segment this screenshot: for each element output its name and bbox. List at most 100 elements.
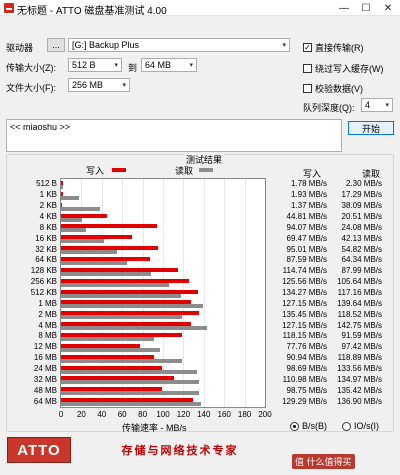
read-value: 42.13 MB/s [341, 233, 382, 243]
description-textarea[interactable]: << miaoshu >> [6, 119, 342, 152]
read-value: 54.82 MB/s [341, 244, 382, 254]
drive-label: 驱动器 [6, 43, 34, 53]
x-tick-label: 80 [138, 410, 148, 419]
unit-bytes-radio[interactable] [290, 421, 299, 431]
browse-button[interactable]: ... [47, 38, 65, 52]
bypass-cache-option[interactable]: 绕过写入缓存(W) [303, 62, 384, 75]
y-tick-label: 512 KB [30, 288, 57, 297]
y-tick-label: 128 KB [30, 266, 57, 276]
read-value: 135.42 MB/s [337, 385, 382, 395]
unit-bytes-option[interactable]: B/s(B) [290, 421, 327, 431]
read-bar [61, 261, 127, 265]
read-bar [61, 271, 151, 276]
direct-io-label: 直接传输(R) [315, 43, 364, 53]
y-tick-label: 24 MB [33, 364, 57, 373]
read-value: 105.64 MB/s [337, 277, 382, 287]
x-tick-label: 20 [76, 410, 86, 419]
queue-depth-select[interactable]: 4 ▾ [361, 98, 393, 112]
start-button[interactable]: 开始 [348, 121, 394, 135]
read-column-header: 读取 [362, 169, 381, 179]
transfer-to-value: 64 MB [145, 60, 172, 70]
benchmark-chart [60, 178, 266, 408]
y-tick-label: 32 MB [33, 374, 57, 384]
read-value: 118.89 MB/s [337, 353, 382, 363]
unit-io-label: IO/s(I) [354, 421, 379, 431]
minimize-button[interactable]: — [333, 0, 355, 16]
chevron-down-icon: ▾ [114, 62, 118, 69]
file-size-value: 256 MB [72, 80, 104, 90]
unit-io-option[interactable]: IO/s(I) [342, 421, 379, 431]
y-tick-label: 2 KB [39, 201, 57, 211]
bypass-cache-label: 绕过写入缓存(W) [315, 64, 384, 74]
read-bar [61, 195, 79, 200]
close-button[interactable]: ✕ [377, 0, 399, 16]
read-value: 118.52 MB/s [337, 309, 382, 319]
x-tick-label: 180 [237, 410, 252, 419]
x-tick-label: 40 [97, 410, 107, 419]
tagline-banner: 存储与网络技术专家 [121, 444, 239, 457]
read-value: 136.90 MB/s [337, 396, 382, 406]
title-bar: 无标题 - ATTO 磁盘基准测试 4.00 — ☐ ✕ [0, 0, 400, 17]
read-bar [61, 391, 200, 396]
read-bar [61, 293, 181, 298]
drive-select[interactable]: [G:] Backup Plus ▾ [68, 38, 290, 52]
drive-select-value: [G:] Backup Plus [72, 40, 140, 50]
verify-checkbox[interactable] [303, 84, 312, 93]
x-tick-label: 120 [176, 410, 191, 419]
write-legend-label: 写入 [86, 166, 105, 176]
read-bar [61, 337, 155, 341]
read-value: 117.16 MB/s [337, 288, 382, 297]
y-tick-label: 12 MB [33, 342, 57, 352]
chevron-down-icon: ▾ [189, 62, 193, 69]
unit-io-radio[interactable] [342, 421, 351, 431]
y-tick-label: 8 MB [38, 331, 57, 341]
read-bar [61, 315, 182, 320]
y-tick-label: 8 KB [39, 222, 57, 232]
transfer-from-value: 512 B [72, 60, 96, 70]
direct-io-option[interactable]: ✓ 直接传输(R) [303, 41, 364, 54]
verify-option[interactable]: 校验数据(V) [303, 82, 363, 95]
read-bar [61, 347, 161, 352]
queue-depth-value: 4 [365, 100, 371, 110]
x-tick-label: 200 [258, 410, 272, 419]
read-bar [61, 228, 86, 233]
chart-gridline [203, 179, 205, 407]
y-tick-label: 64 MB [33, 396, 57, 406]
y-tick-label: 64 KB [35, 255, 57, 265]
window-title: 无标题 - ATTO 磁盘基准测试 4.00 [17, 6, 167, 17]
x-tick-label: 60 [117, 410, 127, 419]
direct-io-checkbox[interactable]: ✓ [303, 43, 312, 52]
file-size-select[interactable]: 256 MB ▾ [68, 78, 130, 92]
to-label: 到 [128, 63, 138, 73]
y-tick-label: 32 KB [35, 244, 57, 254]
read-bar [61, 380, 199, 385]
read-bar [61, 185, 64, 189]
app-icon [4, 3, 14, 13]
read-value: 24.08 MB/s [341, 222, 382, 232]
read-bar [61, 402, 201, 407]
transfer-to-select[interactable]: 64 MB ▾ [141, 58, 197, 72]
read-bar [61, 250, 117, 255]
y-tick-label: 4 MB [38, 320, 57, 330]
y-tick-label: 4 KB [39, 212, 57, 221]
read-value: 133.56 MB/s [337, 364, 382, 373]
write-legend-swatch [112, 168, 126, 172]
transfer-from-select[interactable]: 512 B ▾ [68, 58, 122, 72]
read-value: 134.97 MB/s [337, 374, 382, 384]
y-tick-label: 1 KB [39, 190, 57, 200]
y-tick-label: 512 B [36, 179, 57, 189]
chart-gridline [224, 179, 226, 407]
write-column-header: 写入 [303, 169, 322, 179]
atto-logo: ATTO [7, 437, 71, 463]
read-value: 139.64 MB/s [337, 298, 382, 308]
verify-label: 校验数据(V) [315, 84, 363, 94]
read-bar [61, 282, 169, 287]
watermark: 值 什么值得买 [292, 454, 355, 469]
x-tick-label: 140 [197, 410, 211, 419]
queue-depth-label: 队列深度(Q): [303, 103, 355, 113]
bypass-cache-checkbox[interactable] [303, 64, 312, 73]
y-tick-label: 48 MB [33, 385, 57, 395]
maximize-button[interactable]: ☐ [355, 0, 377, 16]
read-value: 2.30 MB/s [345, 179, 382, 189]
read-value: 142.75 MB/s [337, 320, 382, 330]
